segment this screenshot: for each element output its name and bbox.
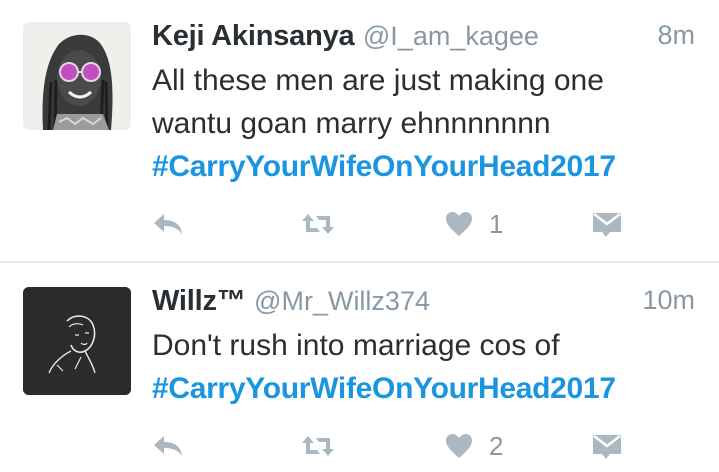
tweet-text-line: Don't rush into marriage cos of xyxy=(152,329,560,362)
screen-name[interactable]: @I_am_kagee xyxy=(363,21,539,51)
direct-message-icon xyxy=(593,213,621,237)
tweet-actions: 2 xyxy=(152,426,632,466)
tweet-actions: 1 xyxy=(152,204,632,244)
line-art-man-portrait-icon xyxy=(23,287,131,395)
retweet-icon xyxy=(302,214,334,234)
display-name[interactable]: Keji Akinsanya xyxy=(152,20,355,52)
like-button[interactable]: 2 xyxy=(445,426,503,466)
heart-icon xyxy=(446,212,472,236)
tweet-text: All these men are just making one wantu … xyxy=(152,59,699,188)
avatar[interactable] xyxy=(23,22,131,130)
direct-message-button[interactable] xyxy=(592,426,622,466)
reply-button[interactable] xyxy=(152,204,184,244)
direct-message-icon xyxy=(593,435,621,459)
direct-message-button[interactable] xyxy=(592,204,622,244)
screen-name[interactable]: @Mr_Willz374 xyxy=(254,286,430,316)
retweet-icon xyxy=(302,436,334,456)
woman-with-pink-sunglasses-icon xyxy=(23,22,131,130)
tweet-text-line: All these men are just making one xyxy=(152,64,604,97)
tweet-text-line: wantu goan marry ehnnnnnnn xyxy=(152,107,551,140)
reply-icon xyxy=(154,436,182,456)
tweet[interactable]: Willz™ @Mr_Willz374 10m Don't rush into … xyxy=(0,263,719,472)
tweet-header: Willz™ @Mr_Willz374 10m xyxy=(152,285,695,321)
like-button[interactable]: 1 xyxy=(445,204,503,244)
display-name[interactable]: Willz™ xyxy=(152,285,246,317)
timeline: Keji Akinsanya @I_am_kagee 8m All these … xyxy=(0,0,719,472)
like-count: 1 xyxy=(489,208,504,239)
timestamp[interactable]: 10m xyxy=(642,285,695,316)
reply-button[interactable] xyxy=(152,426,184,466)
like-count: 2 xyxy=(489,430,504,461)
retweet-button[interactable] xyxy=(300,204,336,244)
hashtag-link[interactable]: #CarryYourWifeOnYourHead2017 xyxy=(152,367,699,410)
retweet-button[interactable] xyxy=(300,426,336,466)
tweet-header: Keji Akinsanya @I_am_kagee 8m xyxy=(152,20,695,56)
heart-icon xyxy=(446,434,472,458)
timestamp[interactable]: 8m xyxy=(657,20,695,51)
tweet[interactable]: Keji Akinsanya @I_am_kagee 8m All these … xyxy=(0,0,719,262)
reply-icon xyxy=(154,214,182,234)
tweet-text: Don't rush into marriage cos of #CarryYo… xyxy=(152,324,699,410)
hashtag-link[interactable]: #CarryYourWifeOnYourHead2017 xyxy=(152,145,699,188)
avatar[interactable] xyxy=(23,287,131,395)
